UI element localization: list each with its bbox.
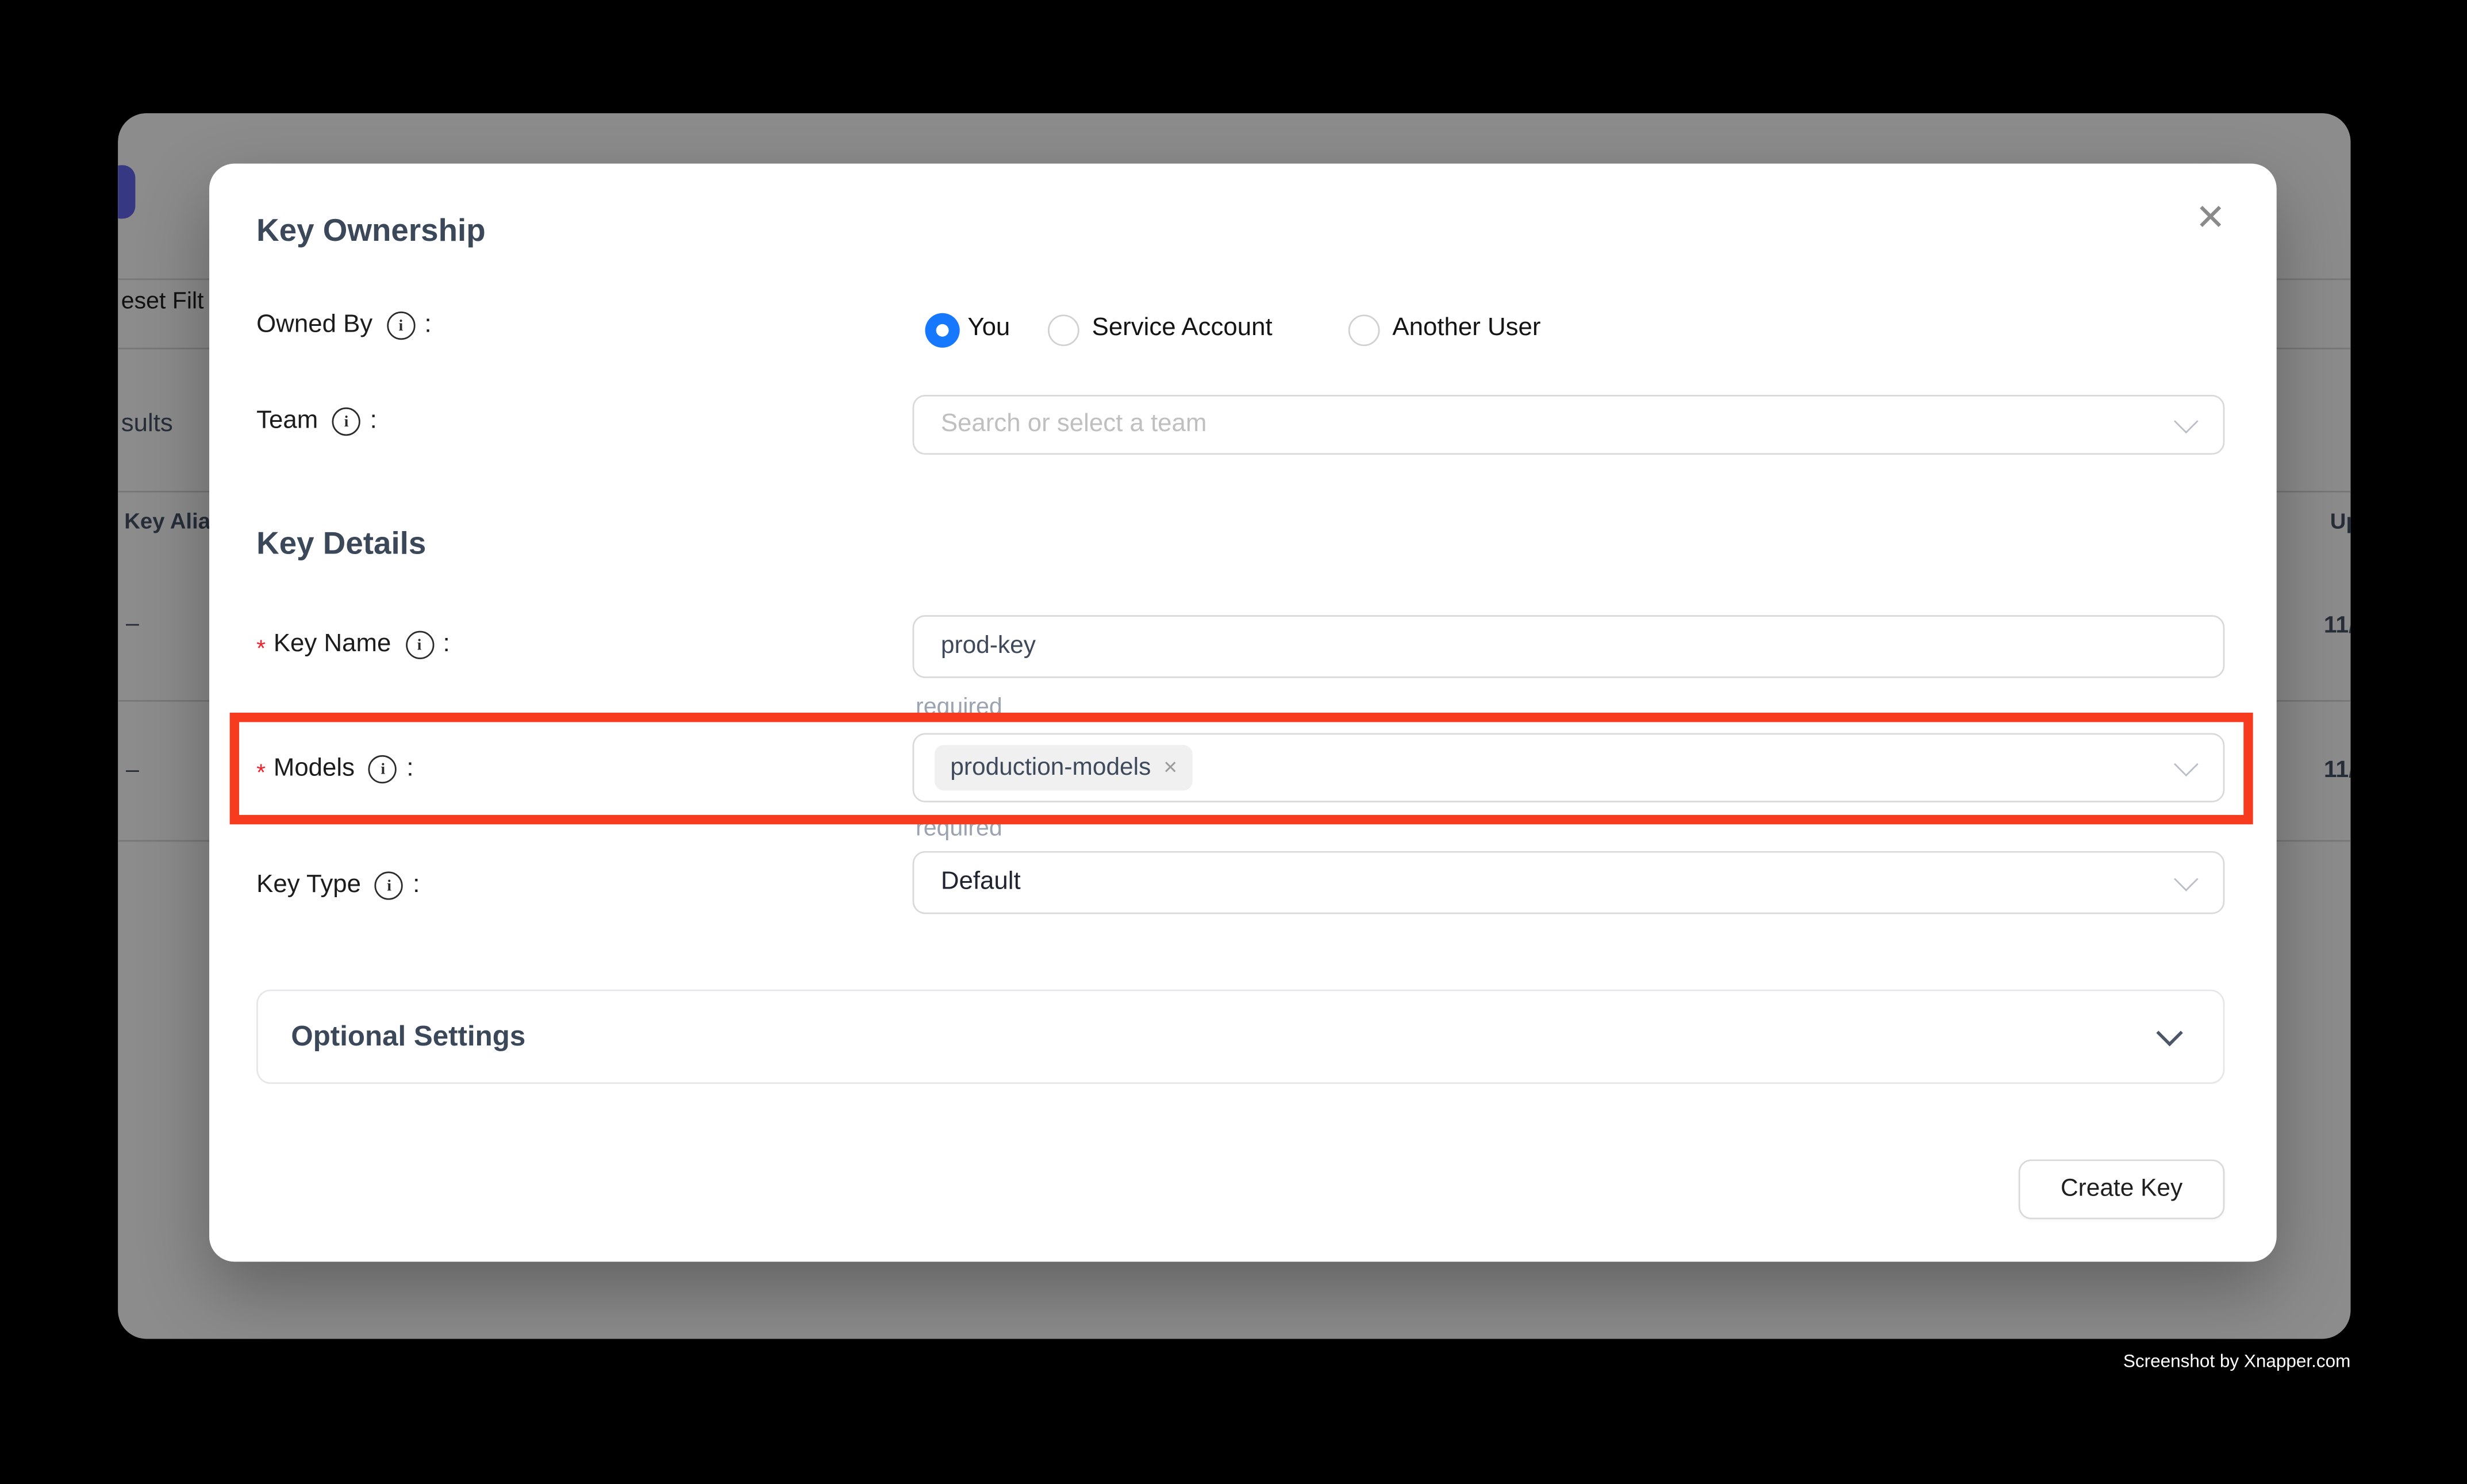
models-tag-text: production-models <box>950 753 1151 782</box>
chevron-down-icon <box>2174 409 2199 434</box>
chevron-down-icon <box>2174 752 2199 776</box>
models-tag: production-models × <box>935 745 1193 790</box>
key-type-label-text: Key Type <box>256 871 361 899</box>
key-type-value: Default <box>941 868 1021 897</box>
radio-you-label[interactable]: You <box>967 314 1010 343</box>
label-colon: : <box>370 407 377 436</box>
key-type-label: Key Type i : <box>256 871 420 899</box>
key-name-value: prod-key <box>941 632 1036 660</box>
models-label-text: Models <box>274 755 355 783</box>
key-details-title: Key Details <box>256 527 426 563</box>
owned-by-label-text: Owned By <box>256 312 372 340</box>
label-colon: : <box>406 755 413 783</box>
radio-another-user[interactable] <box>1348 314 1380 346</box>
key-name-label: * Key Name i : <box>256 631 450 659</box>
label-colon: : <box>413 871 420 899</box>
info-icon[interactable]: i <box>375 871 404 899</box>
radio-service-account-label[interactable]: Service Account <box>1092 314 1273 343</box>
info-icon[interactable]: i <box>369 755 397 783</box>
info-icon[interactable]: i <box>332 407 360 436</box>
team-select-placeholder: Search or select a team <box>941 410 1207 439</box>
create-key-modal: Key Ownership ✕ Owned By i : You Service… <box>209 164 2277 1262</box>
radio-another-user-label[interactable]: Another User <box>1392 314 1540 343</box>
modal-title: Key Ownership <box>256 214 486 250</box>
watermark-text: Screenshot by Xnapper.com <box>2123 1353 2350 1372</box>
models-label: * Models i : <box>256 755 413 783</box>
team-select[interactable]: Search or select a team <box>913 395 2225 455</box>
label-colon: : <box>443 631 450 659</box>
key-type-select[interactable]: Default <box>913 851 2225 914</box>
close-icon[interactable]: ✕ <box>2185 192 2236 243</box>
models-validation: required <box>916 815 1002 842</box>
create-key-button[interactable]: Create Key <box>2019 1159 2225 1219</box>
radio-service-account[interactable] <box>1048 314 1079 346</box>
key-name-input[interactable]: prod-key <box>913 615 2225 678</box>
owned-by-label: Owned By i : <box>256 312 432 340</box>
optional-settings-title: Optional Settings <box>291 1020 525 1053</box>
required-asterisk: * <box>256 635 266 662</box>
chevron-down-icon <box>2174 867 2199 891</box>
models-select[interactable]: production-models × <box>913 733 2225 802</box>
team-label-text: Team <box>256 407 318 436</box>
label-colon: : <box>425 312 432 340</box>
team-label: Team i : <box>256 407 377 436</box>
info-icon[interactable]: i <box>405 631 433 659</box>
screenshot-stage: eset Filt sults Key Alia Up – – 11/ 11/ … <box>0 0 2467 1483</box>
chevron-down-icon <box>2156 1020 2182 1046</box>
key-name-label-text: Key Name <box>274 631 391 659</box>
optional-settings-panel[interactable]: Optional Settings <box>256 990 2224 1084</box>
tag-remove-icon[interactable]: × <box>1163 754 1177 781</box>
radio-you[interactable] <box>925 313 959 348</box>
info-icon[interactable]: i <box>387 312 415 340</box>
key-name-validation: required <box>916 694 1002 721</box>
required-asterisk: * <box>256 759 266 786</box>
